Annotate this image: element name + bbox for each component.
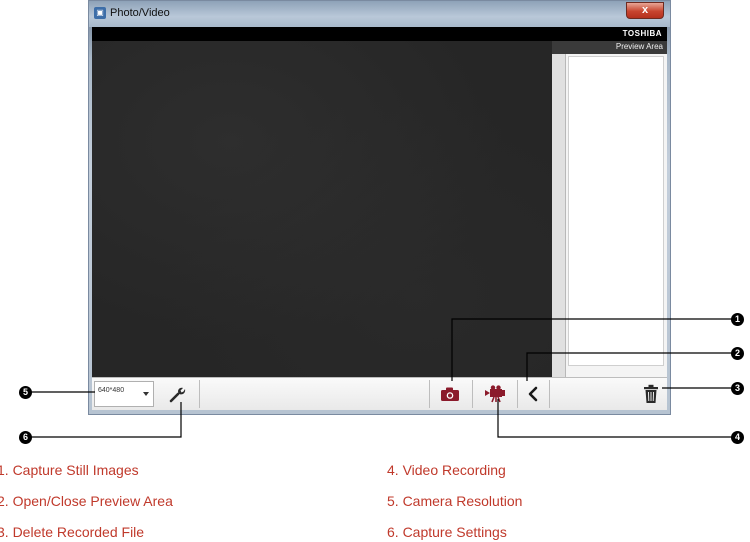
chevron-left-icon bbox=[527, 386, 539, 402]
preview-thumbnail-list[interactable] bbox=[568, 56, 664, 366]
legend-item-video-recording: 4. Video Recording bbox=[387, 462, 506, 478]
video-recording-button[interactable] bbox=[480, 380, 510, 408]
photo-video-window: ▣ Photo/Video x TOSHIBA Preview Area 640… bbox=[88, 0, 671, 415]
capture-settings-button[interactable] bbox=[162, 380, 192, 408]
camera-video-area bbox=[92, 41, 552, 377]
delete-file-button[interactable] bbox=[636, 380, 666, 408]
callout-badge-6: 6 bbox=[19, 431, 32, 444]
brand-logo: TOSHIBA bbox=[622, 29, 662, 38]
window-client: TOSHIBA Preview Area 640*480 bbox=[92, 27, 667, 410]
legend-item-camera-resolution: 5. Camera Resolution bbox=[387, 493, 523, 509]
resolution-value: 640*480 bbox=[98, 387, 125, 394]
brand-bar: TOSHIBA bbox=[92, 27, 667, 41]
preview-area-label: Preview Area bbox=[615, 42, 663, 51]
preview-header: Preview Area bbox=[552, 41, 667, 54]
video-camera-icon bbox=[483, 385, 507, 403]
close-button[interactable]: x bbox=[626, 2, 664, 19]
capture-still-image-button[interactable] bbox=[435, 380, 465, 408]
callout-badge-2: 2 bbox=[731, 347, 744, 360]
toolbar-separator bbox=[517, 380, 518, 408]
preview-scroll-strip[interactable] bbox=[552, 54, 566, 377]
camera-icon bbox=[440, 386, 460, 402]
trash-icon bbox=[643, 384, 659, 404]
legend-item-capture-still: 1. Capture Still Images bbox=[0, 462, 139, 478]
title-bar[interactable]: ▣ Photo/Video x bbox=[89, 1, 670, 27]
callout-badge-1: 1 bbox=[731, 313, 744, 326]
chevron-down-icon bbox=[143, 392, 149, 396]
open-close-preview-button[interactable] bbox=[520, 380, 546, 408]
window-title: Photo/Video bbox=[110, 7, 170, 19]
callout-badge-4: 4 bbox=[731, 431, 744, 444]
toolbar-separator bbox=[472, 380, 473, 408]
preview-area: Preview Area bbox=[552, 41, 667, 377]
legend-item-capture-settings: 6. Capture Settings bbox=[387, 524, 507, 540]
toolbar-separator bbox=[199, 380, 200, 408]
callout-badge-5: 5 bbox=[19, 386, 32, 399]
legend-item-delete-file: 3. Delete Recorded File bbox=[0, 524, 145, 540]
camera-app-icon: ▣ bbox=[94, 7, 106, 19]
callout-badge-3: 3 bbox=[731, 382, 744, 395]
legend-item-preview-area: 2. Open/Close Preview Area bbox=[0, 493, 173, 509]
wrench-icon bbox=[167, 384, 187, 404]
toolbar-separator bbox=[429, 380, 430, 408]
toolbar: 640*480 bbox=[92, 377, 667, 410]
resolution-select[interactable]: 640*480 bbox=[94, 381, 154, 407]
toolbar-separator bbox=[549, 380, 550, 408]
